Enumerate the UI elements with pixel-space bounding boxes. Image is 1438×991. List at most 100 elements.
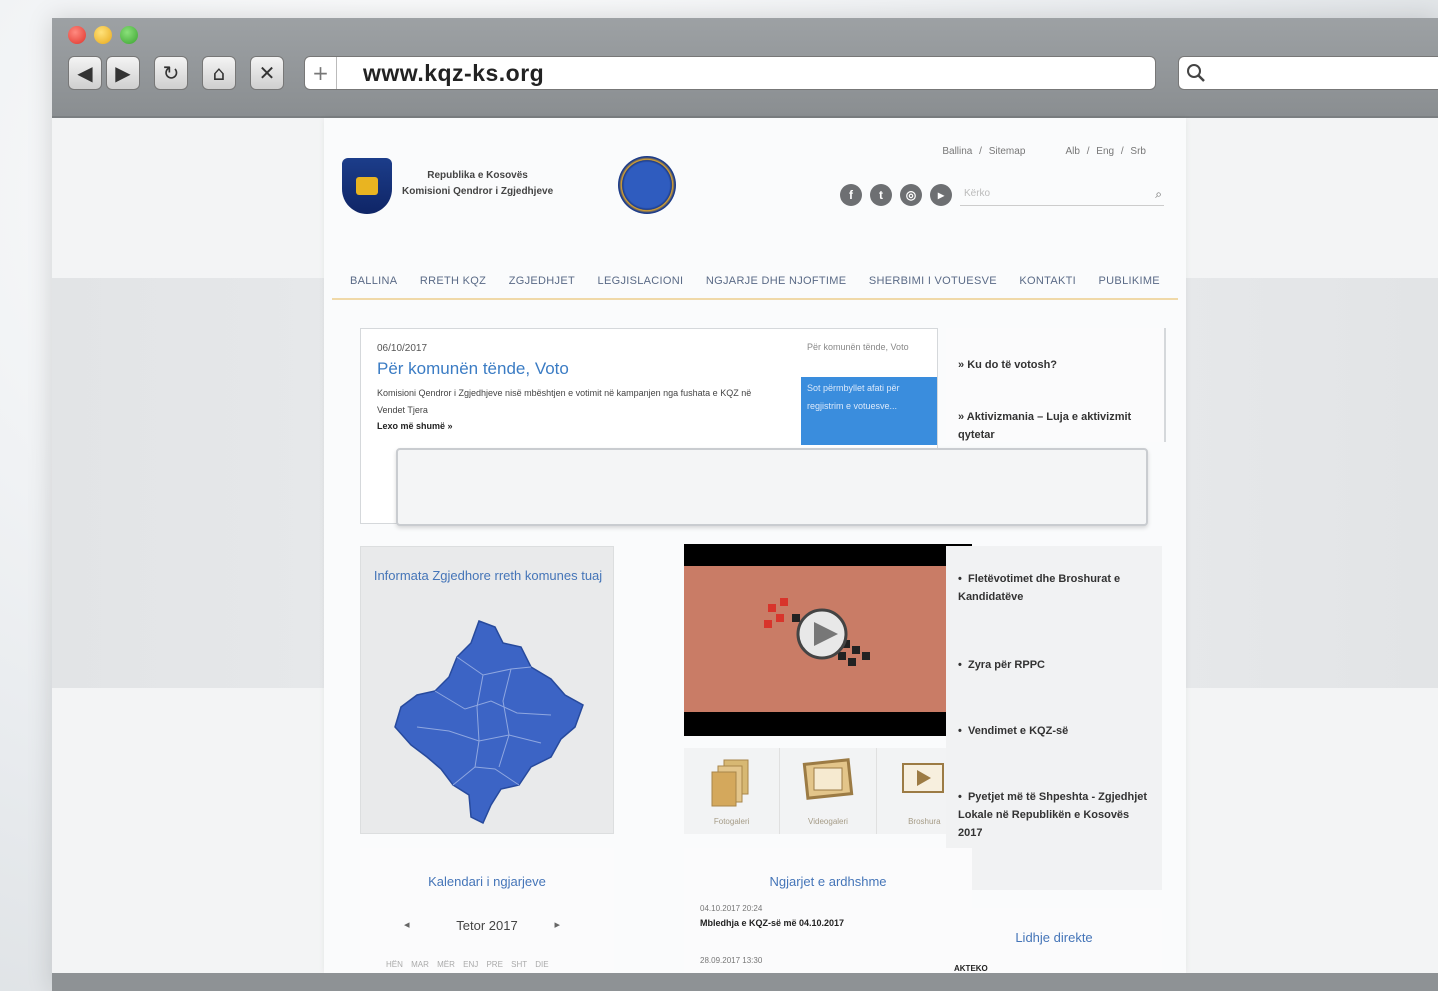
- main-navigation: BALLINA RRETH KQZ ZGJEDHJET LEGJISLACION…: [332, 264, 1178, 300]
- right-link-label: Vendimet e KQZ-së: [967, 725, 1069, 737]
- event-link[interactable]: Mbledhja e KQZ-së më 04.10.2017: [700, 918, 844, 928]
- event-date: 28.09.2017 13:30: [700, 956, 763, 965]
- quick-link-label: Ku do të votosh?: [967, 359, 1058, 371]
- home-icon: ⌂: [212, 61, 226, 85]
- featured-body: Komisioni Qendror i Zgjedhjeve nisë mbës…: [377, 388, 752, 415]
- right-link-label: Pyetjet më të Shpeshta - Zgjedhjet Lokal…: [958, 791, 1148, 839]
- video-gallery-link[interactable]: Videogaleri: [780, 748, 877, 834]
- photo-gallery-link[interactable]: Fotogaleri: [684, 748, 781, 834]
- bullet-icon: •: [958, 659, 968, 671]
- play-icon: [901, 763, 944, 793]
- minimize-window-button[interactable]: [94, 26, 112, 44]
- youtube-icon[interactable]: ▸: [930, 184, 952, 206]
- right-link-2[interactable]: • Zyra për RPPC: [958, 656, 1148, 674]
- calendar-title: Kalendari i ngjarjeve: [428, 874, 546, 889]
- instagram-icon[interactable]: ◎: [900, 184, 922, 206]
- quick-links: » Ku do të votosh? » Aktivizmania – Luja…: [946, 328, 1166, 442]
- site-header: Republika e Kosovës Komisioni Qendror i …: [324, 118, 1186, 242]
- reload-icon: ↻: [162, 61, 180, 85]
- site-logo-text[interactable]: Republika e Kosovës Komisioni Qendror i …: [402, 168, 553, 200]
- right-link-4[interactable]: • Pyetjet më të Shpeshta - Zgjedhjet Lok…: [958, 788, 1148, 842]
- site-search-placeholder: Kërko: [964, 188, 991, 199]
- documents-icon: [711, 759, 749, 807]
- stop-button[interactable]: ✕: [250, 56, 284, 90]
- close-window-button[interactable]: [68, 26, 86, 44]
- kosovo-map[interactable]: [391, 617, 587, 827]
- chevron-right-icon: »: [958, 411, 967, 423]
- direct-links: Lidhje direkte AKTEKO: [946, 908, 1162, 973]
- twitter-icon[interactable]: t: [870, 184, 892, 206]
- bullet-icon: •: [958, 791, 968, 803]
- right-link-3[interactable]: • Vendimet e KQZ-së: [958, 722, 1148, 740]
- top-links: Ballina / Sitemap Alb / Eng / Srb: [942, 146, 1146, 157]
- read-more-link[interactable]: Lexo më shumë »: [377, 421, 453, 431]
- nav-item-kontakti[interactable]: KONTAKTI: [1019, 275, 1076, 287]
- forward-arrow-icon: ▶: [115, 61, 131, 85]
- browser-toolbar: ◀ ▶ ↻ ⌂ ✕ + www.kqz-ks.org: [52, 18, 1438, 118]
- close-icon: ✕: [258, 61, 276, 85]
- home-button[interactable]: ⌂: [202, 56, 236, 90]
- nav-item-publikime[interactable]: PUBLIKIME: [1099, 275, 1160, 287]
- org-line-1: Republika e Kosovës: [427, 170, 528, 181]
- frame-icon: [803, 758, 854, 800]
- quick-link-label: Aktivizmania – Luja e aktivizmit qytetar: [958, 411, 1132, 441]
- back-arrow-icon: ◀: [77, 61, 93, 85]
- nav-item-ngjarje[interactable]: NGJARJE DHE NJOFTIME: [706, 275, 846, 287]
- featured-side-title[interactable]: Për komunën tënde, Voto: [807, 339, 917, 355]
- window-controls: [68, 26, 138, 44]
- video-player[interactable]: [684, 544, 972, 736]
- direct-link-akteko[interactable]: AKTEKO: [954, 964, 988, 973]
- facebook-icon[interactable]: f: [840, 184, 862, 206]
- bullet-icon: •: [958, 725, 968, 737]
- back-button[interactable]: ◀: [68, 56, 102, 90]
- featured-side-item[interactable]: Sot përmbyllet afati për regjistrim e vo…: [801, 377, 937, 445]
- nav-item-rreth-kqz[interactable]: RRETH KQZ: [420, 275, 486, 287]
- map-panel-title[interactable]: Informata Zgjedhore rreth komunes tuaj: [371, 565, 605, 587]
- web-page: Republika e Kosovës Komisioni Qendror i …: [52, 118, 1438, 973]
- nav-item-sherbimi[interactable]: SHERBIMI I VOTUESVE: [869, 275, 997, 287]
- media-label: Videogaleri: [808, 817, 848, 826]
- browser-search-field[interactable]: [1178, 56, 1438, 90]
- right-link-1[interactable]: • Fletëvotimet dhe Broshurat e Kandidatë…: [958, 570, 1148, 606]
- sitemap-link[interactable]: Ballina / Sitemap: [942, 146, 1025, 157]
- event-date: 04.10.2017 20:24: [700, 904, 763, 913]
- events-calendar: Kalendari i ngjarjeve ◂ Tetor 2017 ▸ HËN…: [360, 848, 614, 973]
- calendar-month: Tetor 2017: [456, 918, 518, 933]
- language-switcher[interactable]: Alb / Eng / Srb: [1066, 146, 1146, 157]
- calendar-weekdays: HËN MAR MËR ENJ PRE SHT DIE: [386, 960, 549, 969]
- video-frame: [684, 566, 972, 712]
- browser-window: ◀ ▶ ↻ ⌂ ✕ + www.kqz-ks.org Republika e K…: [52, 18, 1438, 991]
- upcoming-events: Ngjarjet e ardhshme 04.10.2017 20:24 Mbl…: [684, 848, 972, 973]
- new-tab-icon[interactable]: +: [305, 57, 337, 89]
- quick-link-1[interactable]: » Ku do të votosh?: [958, 356, 1138, 374]
- quick-link-2[interactable]: » Aktivizmania – Luja e aktivizmit qytet…: [958, 408, 1138, 444]
- site-search-icon[interactable]: ⌕: [1155, 187, 1162, 202]
- featured-title[interactable]: Për komunën tënde, Voto: [377, 359, 569, 379]
- url-text[interactable]: www.kqz-ks.org: [337, 60, 544, 87]
- calendar-next-button[interactable]: ▸: [554, 918, 560, 931]
- direct-links-title: Lidhje direkte: [1015, 930, 1093, 945]
- nav-item-ballina[interactable]: BALLINA: [350, 275, 397, 287]
- kqz-seal-icon: [618, 156, 676, 214]
- site-search-input[interactable]: Kërko ⌕: [960, 184, 1164, 206]
- nav-item-zgjedhjet[interactable]: ZGJEDHJET: [509, 275, 575, 287]
- right-link-label: Zyra për RPPC: [967, 659, 1045, 671]
- social-icons: f t ◎ ▸: [840, 184, 952, 206]
- right-links-list: • Fletëvotimet dhe Broshurat e Kandidatë…: [946, 546, 1162, 890]
- reload-button[interactable]: ↻: [154, 56, 188, 90]
- right-link-label: Fletëvotimet dhe Broshurat e Kandidatëve: [958, 573, 1121, 603]
- browser-status-bar: [52, 973, 1438, 991]
- maximize-window-button[interactable]: [120, 26, 138, 44]
- address-bar[interactable]: + www.kqz-ks.org: [304, 56, 1156, 90]
- ballot-checkmark-icon: [764, 598, 870, 666]
- chevron-right-icon: »: [958, 359, 968, 371]
- nav-item-legjislacioni[interactable]: LEGJISLACIONI: [598, 275, 684, 287]
- upcoming-events-title: Ngjarjet e ardhshme: [769, 874, 887, 889]
- forward-button[interactable]: ▶: [106, 56, 140, 90]
- kosovo-coat-of-arms-icon[interactable]: [342, 158, 392, 214]
- bullet-icon: •: [958, 573, 968, 585]
- municipality-map-panel: Informata Zgjedhore rreth komunes tuaj: [360, 546, 614, 834]
- media-label: Fotogaleri: [713, 817, 750, 826]
- org-line-2: Komisioni Qendror i Zgjedhjeve: [402, 186, 554, 197]
- overlay-panel: [396, 448, 1148, 526]
